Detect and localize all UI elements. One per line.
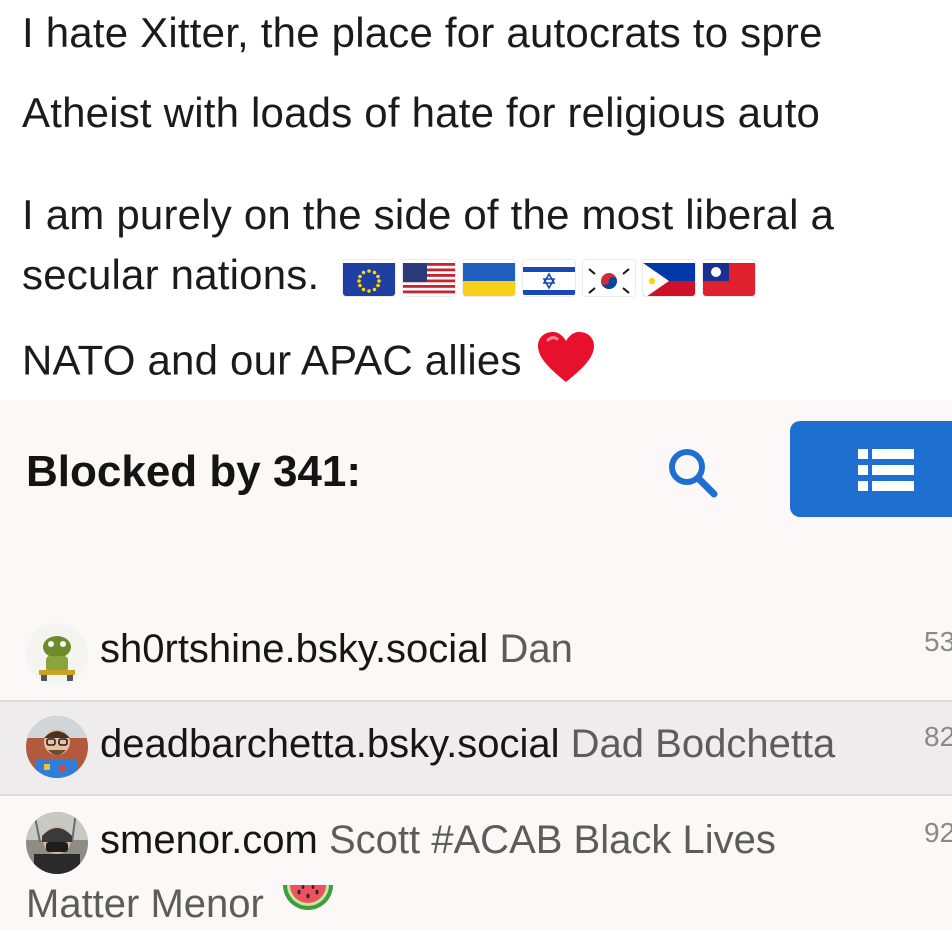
user-display-name-cont: Matter Menor [26, 882, 264, 926]
avatar [26, 623, 88, 685]
bio-line-5: NATO and our APAC allies [22, 330, 596, 397]
user-display-name: Scott #ACAB Black Lives [328, 818, 776, 862]
bio-line-4: secular nations. [22, 250, 756, 300]
user-display-name: Dan [499, 627, 573, 671]
profile-bio: I hate Xitter, the place for autocrats t… [0, 0, 952, 400]
blocked-user-row[interactable]: smenor.com Scott #ACAB Black Lives 92 Ma… [0, 796, 952, 930]
blocked-title: Blocked by 341: [26, 447, 362, 496]
blocked-user-row[interactable]: deadbarchetta.bsky.social Dad Bodchetta … [0, 702, 952, 794]
search-button[interactable] [660, 440, 726, 506]
block-count: 53 [924, 626, 952, 657]
user-display-name: Dad Bodchetta [570, 722, 836, 766]
watermelon-icon [281, 881, 335, 932]
bio-line-3: I am purely on the side of the most libe… [22, 191, 835, 238]
list-view-button[interactable] [790, 421, 952, 517]
taiwan-flag-icon [703, 260, 756, 296]
ukraine-flag-icon [463, 260, 516, 296]
bio-line-1: I hate Xitter, the place for autocrats t… [22, 9, 823, 56]
bio-line-2: Atheist with loads of hate for religious… [22, 89, 821, 136]
row-identity: deadbarchetta.bsky.social Dad Bodchetta [100, 720, 835, 768]
search-icon [669, 449, 718, 498]
avatar [26, 716, 88, 778]
bio-line-4-text: secular nations. [22, 251, 320, 298]
row-identity: smenor.com Scott #ACAB Black Lives [100, 816, 776, 864]
list-icon [858, 449, 914, 491]
blocked-user-row[interactable]: sh0rtshine.bsky.social Dan 53 [0, 605, 952, 701]
user-handle[interactable]: deadbarchetta.bsky.social [100, 722, 560, 766]
philippines-flag-icon [643, 260, 696, 296]
user-handle[interactable]: smenor.com [100, 818, 318, 862]
block-count: 82 [924, 721, 952, 752]
south-korea-flag-icon [583, 260, 636, 296]
red-heart-icon [536, 330, 596, 397]
eu-flag-icon [343, 260, 396, 296]
block-count: 92 [924, 817, 952, 848]
avatar [26, 812, 88, 874]
user-handle[interactable]: sh0rtshine.bsky.social [100, 627, 488, 671]
bio-line-5-text: NATO and our APAC allies [22, 336, 522, 384]
israel-flag-icon [523, 260, 576, 296]
row-identity: sh0rtshine.bsky.social Dan [100, 625, 573, 673]
user-display-name-continued: Matter Menor [26, 880, 335, 932]
us-flag-icon [403, 260, 456, 296]
